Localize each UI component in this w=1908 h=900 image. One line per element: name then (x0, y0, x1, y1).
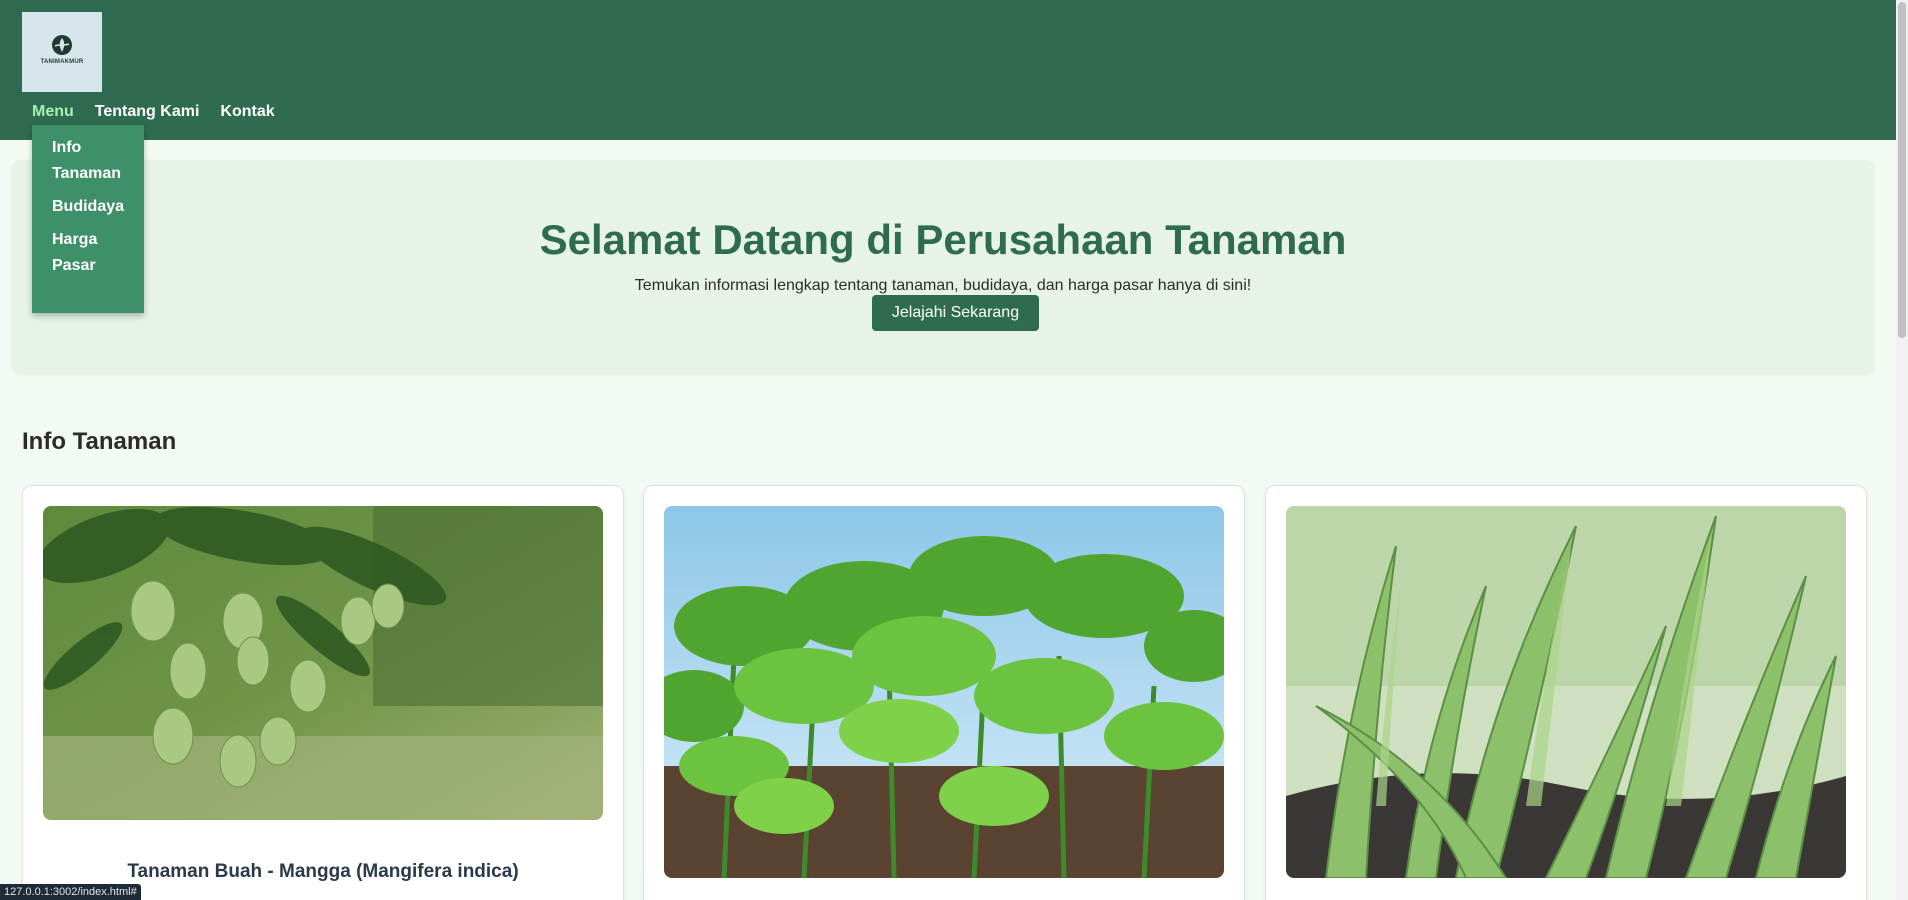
dropdown-item-info-tanaman[interactable]: Info Tanaman (52, 135, 132, 187)
hero-subtitle: Temukan informasi lengkap tentang tanama… (634, 277, 1252, 294)
plant-card-aloe[interactable] (1265, 485, 1867, 900)
aloe-vera-image (1286, 506, 1846, 878)
logo-tagline (62, 66, 63, 70)
leaf-logo-icon (52, 35, 72, 55)
browser-status-url: 127.0.0.1:3002/index.html# (0, 884, 141, 900)
hero-banner: Selamat Datang di Perusahaan Tanaman Tem… (12, 160, 1874, 374)
hero-title: Selamat Datang di Perusahaan Tanaman (539, 216, 1347, 263)
nav-menu[interactable]: Menu (32, 102, 74, 122)
dropdown-item-budidaya[interactable]: Budidaya (52, 194, 132, 220)
mango-tree-image (43, 506, 603, 820)
page-scrollbar[interactable] (1896, 0, 1908, 900)
site-header: TANIMAKMUR Menu Tentang Kami Kontak (0, 0, 1896, 140)
plant-card-title: Tanaman Buah - Mangga (Mangifera indica) (127, 861, 519, 882)
leafy-plants-image (664, 506, 1224, 878)
nav-kontak[interactable]: Kontak (220, 102, 274, 122)
menu-dropdown: Info Tanaman Budidaya Harga Pasar (32, 125, 144, 313)
scrollbar-thumb[interactable] (1898, 2, 1906, 338)
plant-card-mango[interactable]: Tanaman Buah - Mangga (Mangifera indica) (22, 485, 624, 900)
nav-tentang-kami[interactable]: Tentang Kami (95, 102, 200, 122)
section-title-info-tanaman: Info Tanaman (22, 428, 177, 455)
dropdown-item-harga-pasar[interactable]: Harga Pasar (52, 227, 132, 279)
page: TANIMAKMUR Menu Tentang Kami Kontak Info… (0, 0, 1908, 900)
explore-button[interactable]: Jelajahi Sekarang (872, 295, 1039, 331)
logo-text: TANIMAKMUR (40, 59, 84, 65)
main-nav: Menu Tentang Kami Kontak (32, 102, 275, 122)
site-logo[interactable]: TANIMAKMUR (22, 12, 102, 92)
plant-card-field[interactable] (643, 485, 1245, 900)
